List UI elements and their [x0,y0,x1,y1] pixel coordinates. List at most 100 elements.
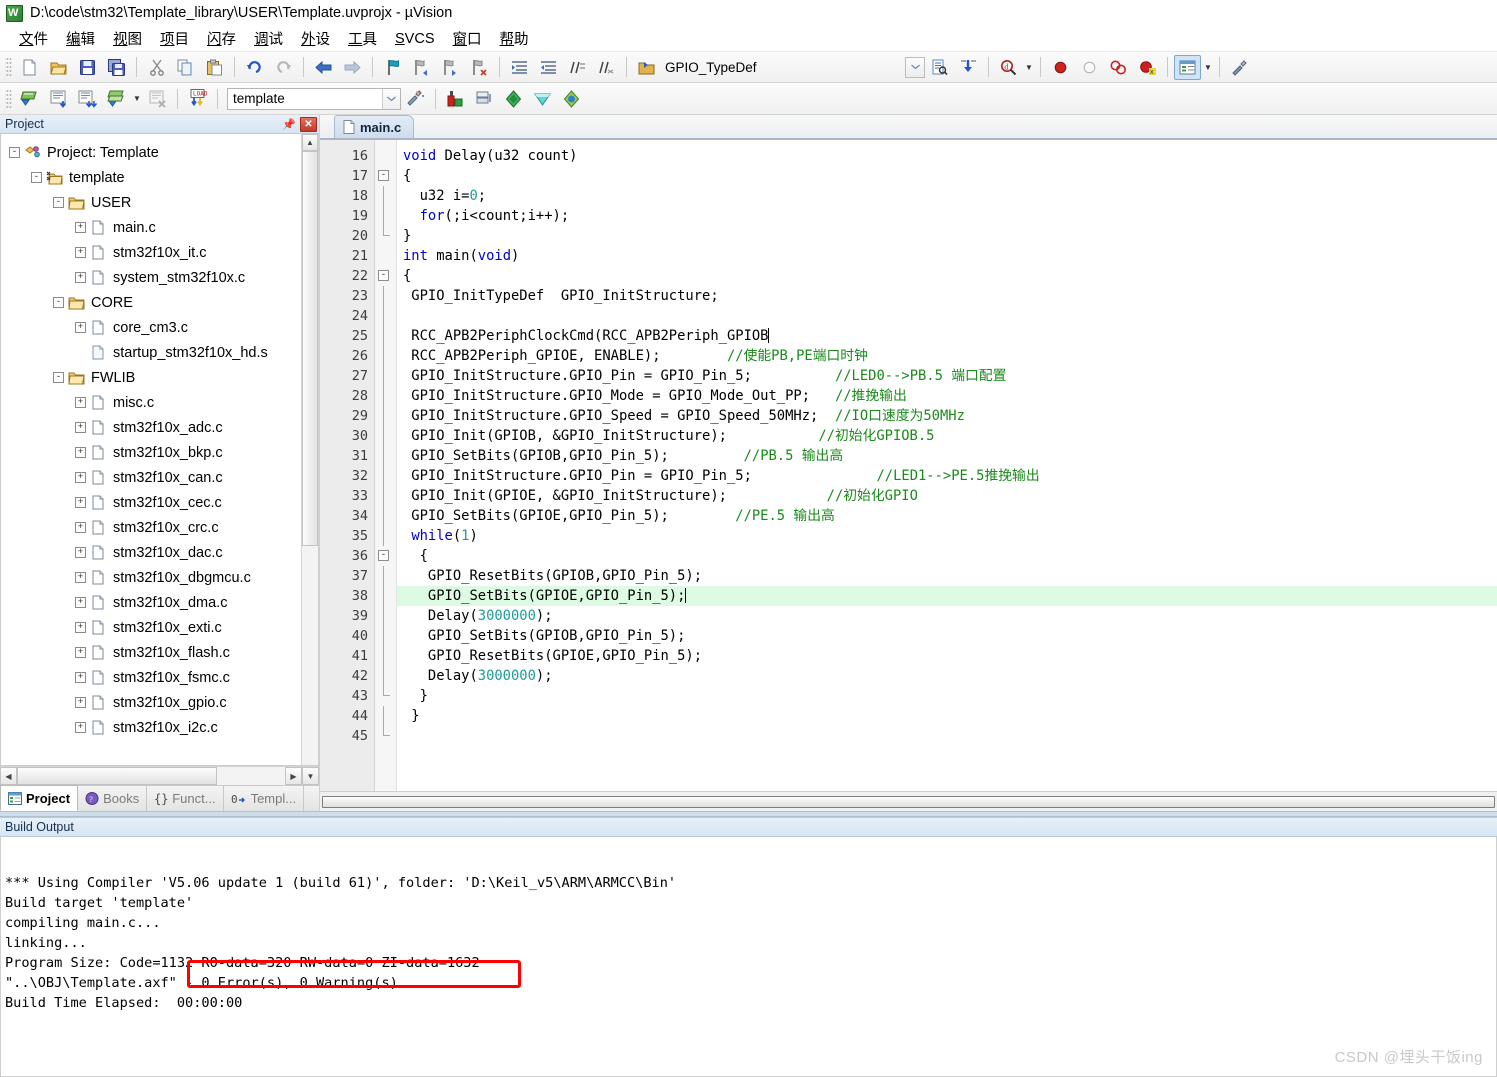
project-tree[interactable]: - Project: Template - template - USER + main.c +… [1,134,301,765]
target-options-icon[interactable] [402,86,429,111]
menu-item-8[interactable]: SVCS [386,29,444,49]
cut-icon[interactable] [143,55,170,80]
tree-item[interactable]: - template [1,165,301,190]
code-line[interactable]: void Delay(u32 count) [397,146,1497,166]
tree-item[interactable]: + stm32f10x_dma.c [1,590,301,615]
stop-build-icon[interactable] [144,86,171,111]
code-line[interactable]: int main(void) [397,246,1497,266]
tree-item[interactable]: - Project: Template [1,140,301,165]
build-icon[interactable] [45,86,72,111]
sidebar-tab-templ[interactable]: 0 Templ... [224,786,305,811]
expand-icon[interactable]: + [75,422,86,433]
tree-item[interactable]: - CORE [1,290,301,315]
open-file-icon[interactable] [45,55,72,80]
bookmark-prev-icon[interactable] [408,55,435,80]
indent-icon[interactable] [506,55,533,80]
code-line[interactable]: } [397,226,1497,246]
expand-icon[interactable]: + [75,447,86,458]
tree-item[interactable]: + stm32f10x_bkp.c [1,440,301,465]
symbol-dropdown-arrow[interactable] [905,56,925,78]
code-folding-column[interactable]: - - - [375,140,397,791]
batch-build-icon[interactable] [103,86,130,111]
navigate-forward-icon[interactable] [339,55,366,80]
code-line[interactable]: } [397,706,1497,726]
close-icon[interactable]: ✕ [300,116,317,132]
menu-item-10[interactable]: 帮助 [491,26,538,51]
code-line[interactable]: GPIO_ResetBits(GPIOE,GPIO_Pin_5); [397,646,1497,666]
code-line[interactable]: GPIO_SetBits(GPIOB,GPIO_Pin_5); [397,626,1497,646]
undo-icon[interactable] [241,55,268,80]
save-icon[interactable] [74,55,101,80]
copy-icon[interactable] [172,55,199,80]
tree-item[interactable]: + system_stm32f10x.c [1,265,301,290]
code-line[interactable]: } [397,686,1497,706]
bookmark-toggle-icon[interactable] [379,55,406,80]
manage-windows-caret[interactable]: ▼ [1202,55,1214,80]
code-line[interactable] [397,306,1497,326]
expand-icon[interactable]: + [75,697,86,708]
outdent-icon[interactable] [535,55,562,80]
fold-marker[interactable]: - [375,166,396,186]
manage-windows-icon[interactable] [1174,54,1201,80]
code-line[interactable]: GPIO_InitStructure.GPIO_Mode = GPIO_Mode… [397,386,1497,406]
expand-icon[interactable]: + [75,722,86,733]
code-line[interactable]: { [397,266,1497,286]
uncomment-icon[interactable] [593,55,620,80]
pack-installer-icon[interactable] [500,86,527,111]
tree-item[interactable]: startup_stm32f10x_hd.s [1,340,301,365]
breakpoint-kill-all-icon[interactable] [1105,55,1132,80]
breakpoint-insert-icon[interactable] [1047,55,1074,80]
code-line[interactable]: { [397,546,1497,566]
code-line[interactable]: GPIO_SetBits(GPIOE,GPIO_Pin_5); [397,586,1497,606]
tree-item[interactable]: + misc.c [1,390,301,415]
sidebar-tab-funct[interactable]: {} Funct... [147,786,224,811]
tree-item[interactable]: + stm32f10x_can.c [1,465,301,490]
menu-item-1[interactable]: 编辑 [57,26,104,51]
code-line[interactable]: RCC_APB2PeriphClockCmd(RCC_APB2Periph_GP… [397,326,1497,346]
translate-icon[interactable] [16,86,43,111]
code-content[interactable]: void Delay(u32 count) { u32 i=0; for(;i<c… [397,140,1497,791]
bookmark-clear-icon[interactable] [466,55,493,80]
comment-icon[interactable] [564,55,591,80]
menu-item-4[interactable]: 闪存 [198,26,245,51]
menu-item-5[interactable]: 调试 [245,26,292,51]
browse-symbol-icon[interactable] [633,55,660,80]
code-line[interactable]: GPIO_Init(GPIOB, &GPIO_InitStructure); /… [397,426,1497,446]
vscroll-thumb[interactable] [302,151,318,546]
menu-item-9[interactable]: 窗口 [444,26,491,51]
target-selector[interactable]: template [227,87,401,110]
tree-item[interactable]: + stm32f10x_fsmc.c [1,665,301,690]
project-tree-hscrollbar[interactable]: ◀ ▶ ▼ [0,766,319,785]
editor-hscroll-thumb[interactable] [322,795,1495,808]
editor-hscrollbar[interactable] [320,791,1497,811]
scroll-left-arrow[interactable]: ◀ [0,767,17,785]
find-dropdown-caret[interactable]: ▼ [1023,55,1035,80]
navigate-back-icon[interactable] [310,55,337,80]
code-line[interactable]: Delay(3000000); [397,606,1497,626]
tree-item[interactable]: + stm32f10x_gpio.c [1,690,301,715]
goto-definition-icon[interactable] [955,55,982,80]
expand-icon[interactable]: + [75,247,86,258]
collapse-icon[interactable]: - [53,372,64,383]
collapse-icon[interactable]: - [53,197,64,208]
manage-runtime-env-icon[interactable] [471,86,498,111]
tree-item[interactable]: + main.c [1,215,301,240]
batch-build-caret[interactable]: ▼ [131,86,143,111]
tree-item[interactable]: + stm32f10x_exti.c [1,615,301,640]
configuration-wizard-icon[interactable] [1226,55,1253,80]
expand-icon[interactable]: + [75,222,86,233]
code-line[interactable]: { [397,166,1497,186]
code-line[interactable]: GPIO_InitStructure.GPIO_Speed = GPIO_Spe… [397,406,1497,426]
expand-icon[interactable]: + [75,622,86,633]
code-line[interactable]: GPIO_Init(GPIOE, &GPIO_InitStructure); /… [397,486,1497,506]
code-line[interactable]: GPIO_InitStructure.GPIO_Pin = GPIO_Pin_5… [397,466,1497,486]
expand-icon[interactable]: + [75,672,86,683]
symbol-search-field[interactable]: GPIO_TypeDef [661,56,905,78]
menu-item-0[interactable]: 文件 [10,26,57,51]
tree-item[interactable]: + stm32f10x_adc.c [1,415,301,440]
expand-icon[interactable]: + [75,522,86,533]
menu-item-7[interactable]: 工具 [339,26,386,51]
expand-icon[interactable]: + [75,397,86,408]
menu-item-6[interactable]: 外设 [292,26,339,51]
find-icon[interactable]: d [995,55,1022,80]
